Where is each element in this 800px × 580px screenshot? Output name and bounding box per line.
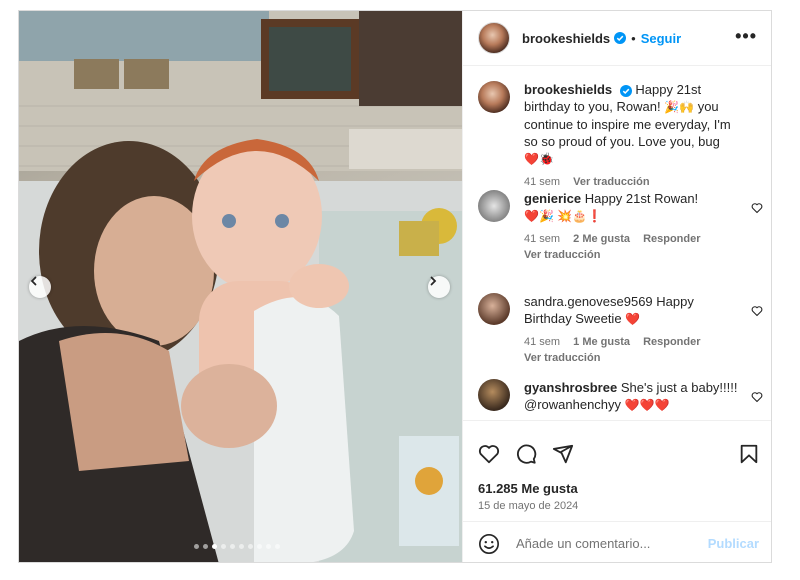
post-container: brookeshields • Seguir ••• brookeshields… <box>18 10 772 563</box>
comment-avatar[interactable] <box>478 379 510 411</box>
chevron-right-icon <box>430 276 437 286</box>
carousel-dot <box>212 544 217 549</box>
comment-reply-button[interactable]: Responder <box>643 336 700 348</box>
comment-emoji: ❤️🎉 💥🎂❗ <box>524 209 603 223</box>
comment-username[interactable]: sandra.genovese9569 <box>524 294 653 309</box>
carousel-dot <box>221 544 226 549</box>
carousel-next-button[interactable] <box>428 276 450 298</box>
comment-likes[interactable]: 2 Me gusta <box>573 233 630 245</box>
add-comment-bar: Publicar <box>463 521 771 562</box>
comment-emoji: ❤️ <box>625 312 641 326</box>
likes-count[interactable]: 61.285 Me gusta <box>478 481 578 496</box>
comment-username[interactable]: gyanshrosbree <box>524 380 617 395</box>
chevron-left-icon <box>30 276 37 286</box>
carousel-dot <box>275 544 280 549</box>
carousel-dot <box>257 544 262 549</box>
bookmark-icon[interactable] <box>739 443 759 465</box>
author-avatar[interactable] <box>478 22 510 54</box>
caption-emoji-1: 🎉🙌 <box>664 100 695 114</box>
comment-text: Happy 21st Rowan! <box>584 191 699 206</box>
carousel-prev-button[interactable] <box>29 276 51 298</box>
carousel-dot <box>266 544 271 549</box>
comment-like-icon[interactable] <box>751 202 763 214</box>
emoji-icon[interactable] <box>478 533 500 555</box>
caption-avatar[interactable] <box>478 81 510 113</box>
verified-icon <box>614 32 627 44</box>
comment-translate-link[interactable]: Ver traducción <box>524 249 600 261</box>
comment-likes[interactable]: 1 Me gusta <box>573 336 630 348</box>
carousel-dot <box>203 544 208 549</box>
comment-translate-link[interactable]: Ver traducción <box>524 352 600 364</box>
carousel-indicator <box>194 544 280 549</box>
comment-username[interactable]: genierice <box>524 191 581 206</box>
post-actions: 61.285 Me gusta 15 de mayo de 2024 Publi… <box>463 420 771 562</box>
comment-item: gyanshrosbree She's just a baby!!!!! @ro… <box>478 379 763 414</box>
photo-illustration <box>19 11 462 562</box>
post-sidebar: brookeshields • Seguir ••• brookeshields… <box>462 11 771 562</box>
more-options-icon[interactable]: ••• <box>735 27 757 45</box>
comment-avatar[interactable] <box>478 190 510 222</box>
carousel-dot <box>248 544 253 549</box>
comment-time[interactable]: 41 sem <box>524 233 560 245</box>
caption: brookeshields Happy 21st birthday to you… <box>478 81 763 190</box>
author-username[interactable]: brookeshields <box>522 31 610 46</box>
comment-reply-button[interactable]: Responder <box>643 233 700 245</box>
comment-emoji: ❤️❤️❤️ <box>624 398 670 412</box>
follow-button[interactable]: Seguir <box>641 31 681 46</box>
post-date[interactable]: 15 de mayo de 2024 <box>478 500 578 512</box>
comment-input[interactable] <box>514 535 708 552</box>
comment-item: genierice Happy 21st Rowan! ❤️🎉 💥🎂❗ 41 s… <box>478 190 763 263</box>
verified-icon <box>619 84 632 97</box>
caption-emoji-2: ❤️🐞 <box>524 152 554 166</box>
heart-icon[interactable] <box>478 443 500 465</box>
caption-username[interactable]: brookeshields <box>524 82 612 97</box>
post-photo[interactable] <box>19 11 462 562</box>
share-icon[interactable] <box>552 443 574 465</box>
comments-list: brookeshields Happy 21st birthday to you… <box>463 67 771 420</box>
carousel-dot <box>239 544 244 549</box>
comment-like-icon[interactable] <box>751 305 763 317</box>
follow-separator: • <box>631 30 636 46</box>
caption-time[interactable]: 41 sem <box>524 176 560 188</box>
comment-time[interactable]: 41 sem <box>524 336 560 348</box>
publish-button[interactable]: Publicar <box>708 536 759 551</box>
carousel-dot <box>194 544 199 549</box>
post-header: brookeshields • Seguir ••• <box>463 11 771 66</box>
caption-translate-link[interactable]: Ver traducción <box>573 176 649 188</box>
carousel-dot <box>230 544 235 549</box>
comment-like-icon[interactable] <box>751 391 763 403</box>
comment-icon[interactable] <box>515 443 537 465</box>
comment-item: sandra.genovese9569 Happy Birthday Sweet… <box>478 293 763 366</box>
comment-avatar[interactable] <box>478 293 510 325</box>
